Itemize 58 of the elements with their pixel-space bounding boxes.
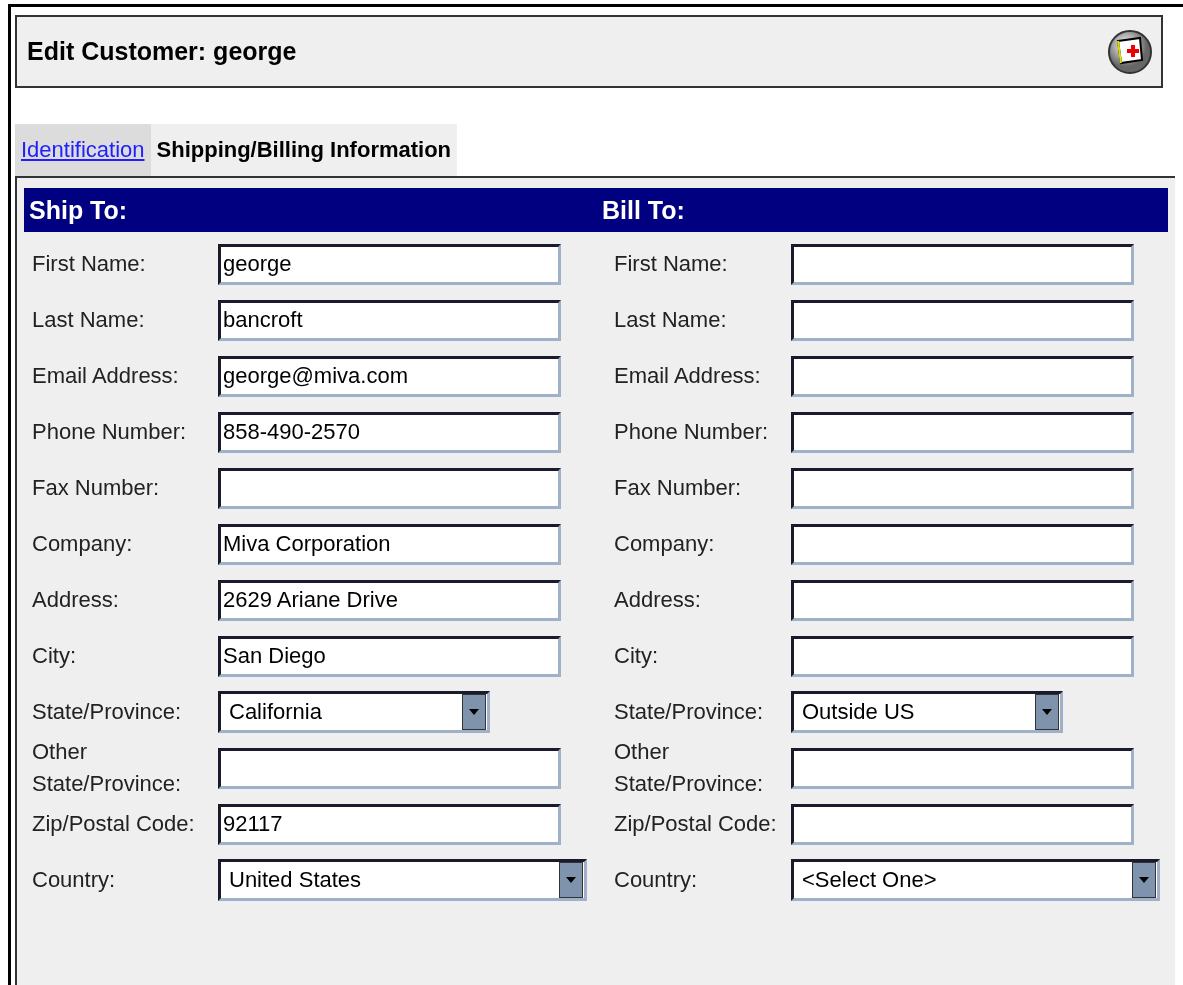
section-heading: Ship To: [29,195,129,225]
field-label: Company: [613,530,716,558]
text-field[interactable]: bancroft [218,299,561,341]
field-label: Other State/Province: [31,738,183,798]
section-heading: Bill To: [602,195,686,225]
field-label: Phone Number: [31,418,188,446]
caret-icon [469,709,479,715]
caret-icon [1042,709,1052,715]
field-label: Fax Number: [31,474,161,502]
field-label: Company: [31,530,134,558]
field-label: City: [613,642,659,670]
field-label: Email Address: [31,362,180,390]
text-field[interactable] [791,523,1134,565]
field-label: Country: [613,866,699,894]
text-field[interactable]: 92117 [218,803,561,845]
field-label: City: [31,642,77,670]
field-label: Phone Number: [613,418,770,446]
dropdown[interactable]: <Select One> [791,859,1160,901]
dropdown[interactable]: United States [218,859,587,901]
dropdown[interactable]: Outside US [791,691,1063,733]
field-label: Country: [31,866,117,894]
field-label: Zip/Postal Code: [613,810,778,838]
text-field[interactable]: 2629 Ariane Drive [218,579,561,621]
field-label: Fax Number: [613,474,743,502]
text-field[interactable] [791,243,1134,285]
field-label: State/Province: [613,698,765,726]
tab[interactable]: Identification [15,124,151,176]
field-label: Last Name: [31,306,146,334]
field-label: Zip/Postal Code: [31,810,196,838]
dropdown[interactable]: California [218,691,490,733]
text-field[interactable] [791,803,1134,845]
text-field[interactable] [791,355,1134,397]
text-field[interactable] [791,635,1134,677]
text-field[interactable] [791,467,1134,509]
flag-icon[interactable] [1107,28,1153,75]
page-title: Edit Customer: george [27,37,297,66]
field-label: First Name: [613,250,729,278]
text-field[interactable] [791,579,1134,621]
field-label: State/Province: [31,698,183,726]
field-label: Last Name: [613,306,728,334]
field-label: Other State/Province: [613,738,765,798]
field-label: Address: [31,586,120,614]
text-field[interactable] [791,411,1134,453]
text-field[interactable]: 858-490-2570 [218,411,561,453]
text-field[interactable] [218,747,561,789]
text-field[interactable] [791,747,1134,789]
tab[interactable]: Shipping/Billing Information [150,124,458,176]
text-field[interactable]: San Diego [218,635,561,677]
text-field[interactable]: Miva Corporation [218,523,561,565]
text-field[interactable]: george [218,243,561,285]
text-field[interactable] [218,467,561,509]
caret-icon [1139,877,1149,883]
text-field[interactable] [791,299,1134,341]
text-field[interactable]: george@miva.com [218,355,561,397]
field-label: Email Address: [613,362,762,390]
field-label: First Name: [31,250,147,278]
field-label: Address: [613,586,702,614]
caret-icon [566,877,576,883]
